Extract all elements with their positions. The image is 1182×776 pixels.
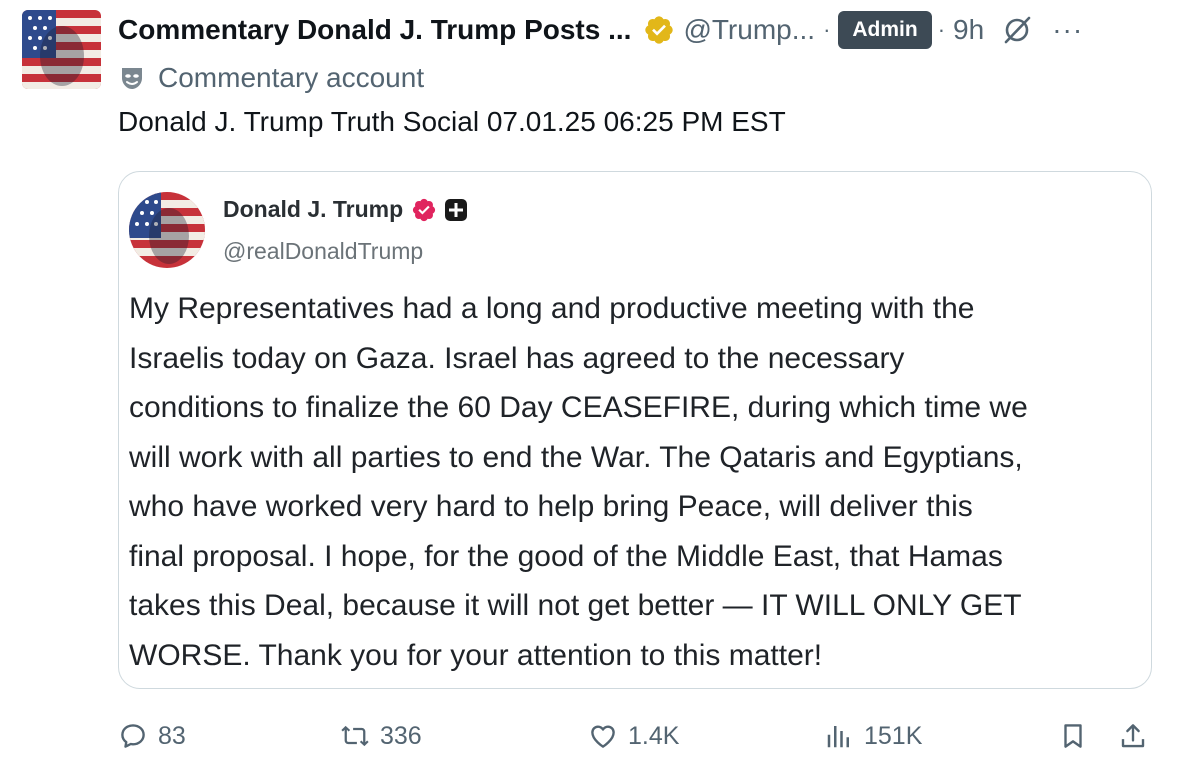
author-avatar[interactable] [22,10,101,89]
separator-dot: · [937,17,946,42]
reply-count: 83 [158,721,186,750]
grok-icon[interactable] [1002,15,1032,45]
separator-dot: · [823,17,831,42]
quoted-text-line: takes this Deal, because it will not get… [129,589,1022,622]
quoted-text-line: Israelis today on Gaza. Israel has agree… [129,341,905,375]
quoted-author-name: Donald J. Trump [223,196,404,222]
bookmark-button[interactable] [1058,712,1098,760]
repost-button[interactable]: 336 [340,712,422,760]
quoted-author-handle: @realDonaldTrump [223,238,424,264]
author-display-name[interactable]: Commentary Donald J. Trump Posts ... [118,14,631,46]
more-options-icon[interactable]: ··· [1052,14,1083,46]
repost-count: 336 [380,721,422,750]
quoted-text-line: My Representatives had a long and produc… [129,292,975,325]
verified-badge-icon[interactable] [643,14,675,46]
commentary-mask-icon [122,68,142,89]
plus-badge-icon [445,198,468,221]
like-count: 1.4K [628,721,680,750]
quoted-text-line: WORSE. Thank you for your attention to t… [129,638,823,672]
post-time[interactable]: 9h [953,14,984,46]
share-icon [1121,724,1145,748]
author-handle[interactable]: @Trump... [683,14,815,46]
quoted-post-body: My Representatives had a long and produc… [129,284,1144,680]
views-button[interactable]: 151K [824,712,922,760]
admin-badge: Admin [838,11,932,49]
repost-arrows-icon [341,725,369,747]
post-actions-bar: 83 336 1.4K 151K [118,712,1158,760]
quoted-text-line: who have worked very hard to help bring … [129,490,973,523]
quoted-text-line: conditions to finalize the 60 Day CEASEF… [129,391,1028,424]
quoted-post-card[interactable]: Donald J. Trump @realDonaldTrump My Repr… [118,171,1152,689]
views-count: 151K [864,721,923,750]
post-header: Commentary Donald J. Trump Posts ... @Tr… [118,8,1162,52]
red-verified-badge-icon [413,198,436,221]
bookmark-icon [1064,724,1082,748]
share-button[interactable] [1118,712,1158,760]
commentary-account-text: Commentary account [158,62,425,93]
quoted-text-line: will work with all parties to end the Wa… [129,440,1023,474]
reply-button[interactable]: 83 [118,712,186,760]
post-text: Donald J. Trump Truth Social 07.01.25 06… [118,106,786,137]
bar-chart-icon [827,726,849,748]
quoted-author-row: Donald J. Trump [223,196,469,223]
commentary-account-label: Commentary account [118,60,424,96]
quoted-author-avatar [129,192,205,268]
like-button[interactable]: 1.4K [588,712,679,760]
quoted-text-line: final proposal. I hope, for the good of … [129,539,1003,573]
speech-bubble-icon [121,724,145,748]
heart-icon [591,725,615,748]
